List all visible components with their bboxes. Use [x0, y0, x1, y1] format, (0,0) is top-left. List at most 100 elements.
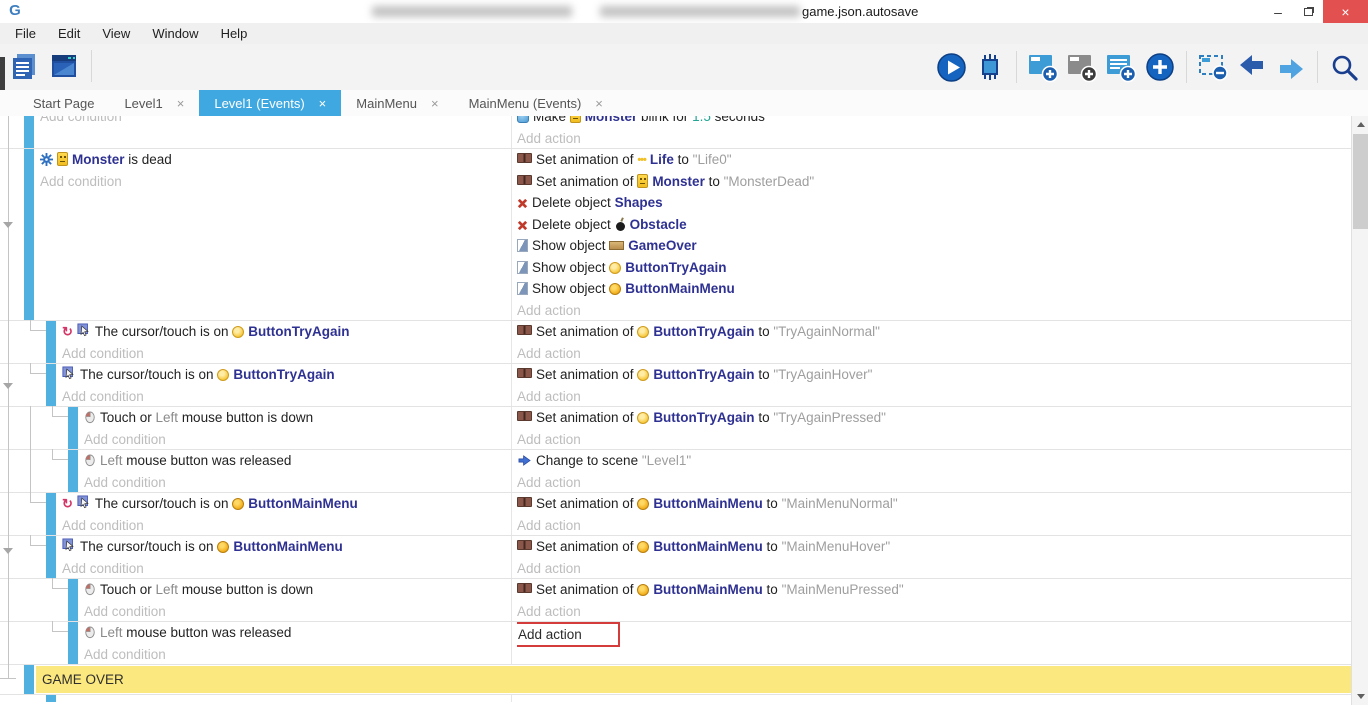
text-segment: The cursor/touch is on — [80, 367, 217, 382]
condition-line[interactable]: The cursor/touch is on ButtonMainMenu — [62, 536, 511, 558]
conditions-column: Touch or Left mouse button is down Add co… — [84, 407, 511, 449]
tab-level1[interactable]: Level1 × — [109, 90, 199, 116]
menu-edit[interactable]: Edit — [47, 23, 91, 44]
object-name: ButtonMainMenu — [653, 582, 762, 597]
add-action-button[interactable]: Add action — [517, 561, 581, 576]
add-action-button[interactable]: Add action — [517, 604, 581, 619]
add-condition-button[interactable]: Add condition — [40, 116, 122, 124]
menu-file[interactable]: File — [4, 23, 47, 44]
event-row: ↻The cursor/touch is on ButtonTryAgain Ad… — [0, 320, 1351, 363]
add-action-row: Add action — [517, 601, 1351, 622]
action-line[interactable]: Show object ButtonTryAgain — [517, 257, 1351, 279]
add-action-button[interactable]: Add action — [517, 432, 581, 447]
action-line[interactable]: Set animation of ButtonMainMenu to "Main… — [517, 536, 1351, 558]
event-indent-bar — [24, 665, 34, 694]
debug-icon[interactable] — [974, 51, 1006, 83]
show-icon — [517, 261, 528, 274]
action-line[interactable]: Set animation of ButtonTryAgain to "TryA… — [517, 321, 1351, 343]
minimize-button[interactable]: – — [1263, 0, 1293, 23]
restore-button[interactable] — [1293, 0, 1323, 23]
condition-line[interactable]: Touch or Left mouse button is down — [84, 579, 511, 601]
text-segment: to — [755, 324, 774, 339]
action-line[interactable]: Change to scene "Level1" — [517, 450, 1351, 472]
menu-view[interactable]: View — [91, 23, 141, 44]
delete-icon — [517, 198, 528, 209]
fold-triangle-icon[interactable] — [3, 548, 13, 554]
undo-icon[interactable] — [1236, 51, 1268, 83]
add-action-button[interactable]: Add action — [517, 475, 581, 490]
add-action-button[interactable]: Add action — [517, 303, 581, 318]
search-icon[interactable] — [1328, 51, 1360, 83]
add-condition-button[interactable]: Add condition — [62, 346, 144, 361]
add-condition-button[interactable]: Add condition — [40, 174, 122, 189]
scroll-down-icon[interactable] — [1352, 688, 1368, 705]
add-action-button[interactable]: Add action — [517, 518, 581, 533]
tab-level1-events[interactable]: Level1 (Events) × — [199, 90, 341, 116]
condition-line[interactable]: The cursor/touch is on ButtonTryAgain — [62, 364, 511, 386]
action-line[interactable]: Show object GameOver — [517, 235, 1351, 257]
button-try-icon — [637, 326, 649, 338]
action-line[interactable]: Set animation of •••Life to "Life0" — [517, 149, 1351, 171]
text-segment: to — [674, 152, 693, 167]
fold-triangle-icon[interactable] — [3, 222, 13, 228]
action-line[interactable]: Set animation of ButtonTryAgain to "TryA… — [517, 364, 1351, 386]
text-segment: Delete object — [532, 217, 615, 232]
action-line[interactable]: Make Monster blink for 1.5 seconds — [517, 116, 1351, 128]
add-condition-button[interactable]: Add condition — [84, 475, 166, 490]
add-condition-button[interactable]: Add condition — [62, 561, 144, 576]
add-condition-button[interactable]: Add condition — [84, 604, 166, 619]
anim-icon — [517, 411, 532, 421]
scene-editor-icon[interactable] — [48, 50, 80, 82]
close-button[interactable]: × — [1323, 0, 1368, 23]
condition-line[interactable]: Left mouse button was released — [84, 450, 511, 472]
action-line[interactable]: Show object ButtonMainMenu — [517, 278, 1351, 300]
condition-line[interactable]: ↻The cursor/touch is on ButtonMainMenu — [62, 493, 511, 515]
action-line[interactable]: Set animation of ButtonTryAgain to "TryA… — [517, 407, 1351, 429]
add-condition-row: Add condition — [62, 386, 511, 407]
action-line[interactable]: Set animation of Monster to "MonsterDead… — [517, 171, 1351, 193]
action-line[interactable]: Delete object Obstacle — [517, 214, 1351, 236]
add-condition-button[interactable]: Add condition — [62, 389, 144, 404]
menu-help[interactable]: Help — [210, 23, 259, 44]
add-action-button[interactable]: Add action — [517, 389, 581, 404]
remove-event-icon[interactable] — [1197, 51, 1229, 83]
tab-close-icon[interactable]: × — [431, 96, 439, 111]
add-action-button[interactable]: Add action — [517, 346, 581, 361]
scroll-up-icon[interactable] — [1352, 116, 1368, 133]
add-condition-button[interactable]: Add condition — [84, 647, 166, 662]
add-action-button[interactable]: Add action — [517, 131, 581, 146]
fold-triangle-icon[interactable] — [3, 383, 13, 389]
condition-line[interactable]: ↻The cursor/touch is on ButtonTryAgain — [62, 321, 511, 343]
title-bar: G game.json.autosave – × — [0, 0, 1368, 23]
redo-icon[interactable] — [1275, 51, 1307, 83]
object-name: Monster — [72, 152, 125, 167]
add-circle-icon[interactable] — [1144, 51, 1176, 83]
scrollbar-thumb[interactable] — [1353, 134, 1368, 229]
tab-start-page[interactable]: Start Page — [18, 90, 109, 116]
condition-line[interactable]: Left mouse button was released — [84, 622, 511, 644]
redacted-title-segment — [600, 6, 800, 17]
add-condition-button[interactable]: Add condition — [62, 518, 144, 533]
column-divider — [511, 450, 512, 492]
tab-close-icon[interactable]: × — [177, 96, 185, 111]
action-line[interactable]: Delete object Shapes — [517, 192, 1351, 214]
project-manager-icon[interactable] — [8, 50, 40, 82]
tab-mainmenu-events[interactable]: MainMenu (Events) × — [454, 90, 618, 116]
play-icon[interactable] — [935, 51, 967, 83]
add-action-button-highlighted[interactable]: Add action — [517, 622, 620, 647]
add-event-icon[interactable] — [1027, 51, 1059, 83]
add-comment-icon[interactable] — [1105, 51, 1137, 83]
menu-bar: File Edit View Window Help — [0, 23, 1368, 44]
tab-close-icon[interactable]: × — [319, 96, 327, 111]
action-line[interactable]: Set animation of ButtonMainMenu to "Main… — [517, 493, 1351, 515]
add-subevent-icon[interactable] — [1066, 51, 1098, 83]
condition-line[interactable]: Monster is dead — [40, 149, 511, 171]
action-line[interactable]: Set animation of ButtonMainMenu to "Main… — [517, 579, 1351, 601]
comment-text[interactable]: GAME OVER — [36, 666, 1351, 693]
tab-close-icon[interactable]: × — [595, 96, 603, 111]
condition-line[interactable]: Touch or Left mouse button is down — [84, 407, 511, 429]
menu-window[interactable]: Window — [141, 23, 209, 44]
tab-mainmenu[interactable]: MainMenu × — [341, 90, 453, 116]
add-condition-button[interactable]: Add condition — [84, 432, 166, 447]
vertical-scrollbar[interactable] — [1351, 116, 1368, 705]
